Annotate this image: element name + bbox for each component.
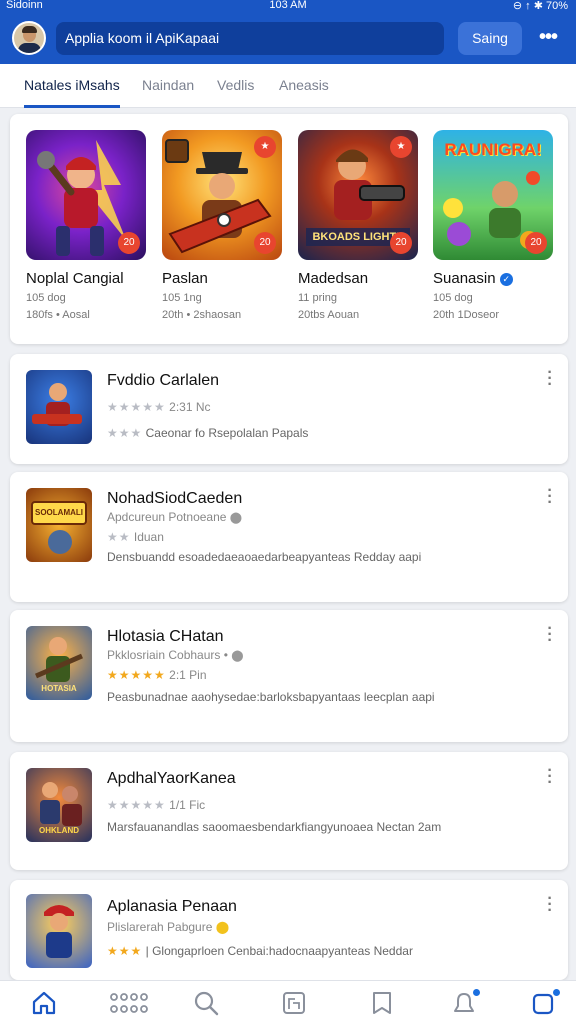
- featured-carousel: 20 Noplal Cangial 105 dog 180fs • Aosal …: [10, 114, 568, 344]
- game-banner: RAUNIGRA!: [444, 140, 542, 159]
- gold-badge-icon: ⬤: [215, 920, 230, 934]
- tab-naindan[interactable]: Naindan: [142, 64, 194, 108]
- featured-title: Suanasin ✓: [433, 270, 555, 287]
- featured-thumbnail: BKOADS LIGHTE ★ 20: [298, 130, 418, 260]
- list-description: ★★★ | Glongaprloen Cenbai:hadocnaapyante…: [107, 944, 413, 958]
- tab-vedlis[interactable]: Vedlis: [217, 64, 254, 108]
- messages-icon[interactable]: [530, 987, 562, 1017]
- verified-icon: ✓: [499, 273, 513, 286]
- list-item[interactable]: SOOLAMALI NohadSiodCaeden Apdcureun Potn…: [10, 472, 568, 602]
- bottom-navigation: [0, 980, 576, 1024]
- app-thumbnail: [26, 894, 92, 968]
- featured-title: Noplal Cangial: [26, 270, 124, 287]
- search-icon[interactable]: [192, 989, 224, 1017]
- featured-thumbnail: 20: [26, 130, 146, 260]
- list-developer: Plislarerah Pabgure ⬤: [107, 920, 230, 934]
- featured-meta: 180fs • Aosal: [26, 309, 90, 321]
- list-rating: ★★ Iduan: [107, 530, 164, 544]
- more-options-icon[interactable]: · · ·: [546, 365, 554, 393]
- list-developer: Pkklosriain Cobhaurs • ⬤: [107, 648, 244, 662]
- list-rating: ★★★★★ 2:1 Pin: [107, 668, 207, 682]
- list-description: Peasbunadnae aaohysedae:barloksbapyantaa…: [107, 690, 435, 704]
- discount-badge: ★: [390, 136, 412, 158]
- search-input[interactable]: Applia koom il ApiKapaai: [56, 22, 444, 55]
- sign-in-button[interactable]: Saing: [458, 22, 522, 55]
- list-rating: ★★★★★ 2:31 Nc: [107, 400, 211, 414]
- app-thumbnail: SOOLAMALI: [26, 488, 92, 562]
- list-title: Fvddio Carlalen: [107, 372, 220, 389]
- message-dot: [551, 987, 562, 998]
- discount-badge: 20: [254, 232, 276, 254]
- gallery-icon[interactable]: [280, 989, 312, 1017]
- list-developer: Apdcureun Potnoeane ⬤: [107, 510, 243, 524]
- clock: 103 AM: [269, 0, 307, 11]
- featured-thumbnail: RAUNIGRA! 20: [433, 130, 553, 260]
- list-item[interactable]: OHKLAND ApdhalYaorKanea ★★★★★ 1/1 Fic Ma…: [10, 752, 568, 870]
- tab-aneasis[interactable]: Aneasis: [279, 64, 329, 108]
- featured-meta: 105 dog: [433, 292, 473, 304]
- featured-meta: 105 1ng: [162, 292, 202, 304]
- featured-item[interactable]: ★ 20 Paslan 105 1ng 20th • 2shaosan: [162, 130, 284, 321]
- app-thumbnail: [26, 370, 92, 444]
- featured-item[interactable]: RAUNIGRA! 20 Suanasin ✓ 105 dog 20th 1Do…: [433, 130, 555, 321]
- list-title: NohadSiodCaeden: [107, 490, 243, 507]
- list-description: Marsfauanandlas saoomaesbendarkfiangyuno…: [107, 820, 442, 834]
- avatar[interactable]: [12, 21, 46, 55]
- thumbnail-banner: HOTASIA: [41, 684, 77, 693]
- list-item[interactable]: Fvddio Carlalen ★★★★★ 2:31 Nc ★★★ Caeona…: [10, 354, 568, 464]
- list-title: Aplanasia Penaan: [107, 898, 237, 915]
- thumbnail-banner: SOOLAMALI: [35, 508, 83, 517]
- featured-title: Paslan: [162, 270, 208, 287]
- home-icon[interactable]: [30, 989, 62, 1017]
- featured-title: Madedsan: [298, 270, 369, 287]
- featured-item[interactable]: 20 Noplal Cangial 105 dog 180fs • Aosal: [26, 130, 148, 321]
- discount-badge: 20: [390, 232, 412, 254]
- tab-bar: Natales iMsahs Naindan Vedlis Aneasis: [0, 64, 576, 108]
- more-options-icon[interactable]: · · ·: [546, 891, 554, 919]
- thumbnail-banner: OHKLAND: [39, 826, 79, 835]
- notifications-icon[interactable]: [450, 987, 482, 1017]
- status-bar: Sidoinn 103 AM ⊖ ↑ ✱ 70%: [0, 0, 576, 12]
- notification-dot: [471, 987, 482, 998]
- list-rating: ★★★★★ 1/1 Fic: [107, 798, 206, 812]
- list-description: ★★★ Caeonar fo Rsepolalan Papals: [107, 426, 309, 440]
- featured-meta: 20th 1Doseor: [433, 309, 500, 321]
- location-pin-icon: ⬤: [231, 650, 244, 662]
- status-indicators: ⊖ ↑ ✱ 70%: [512, 0, 568, 12]
- tab-featured[interactable]: Natales iMsahs: [24, 64, 120, 108]
- list-item[interactable]: HOTASIA Hlotasia CHatan Pkklosriain Cobh…: [10, 610, 568, 742]
- featured-meta: 20th • 2shaosan: [162, 309, 242, 321]
- featured-meta: 20tbs Aouan: [298, 309, 360, 321]
- featured-meta: 11 pring: [298, 292, 337, 304]
- discount-badge: ★: [254, 136, 276, 158]
- more-options-icon[interactable]: · · ·: [546, 621, 554, 649]
- featured-meta: 105 dog: [26, 292, 66, 304]
- location-pin-icon: ⬤: [229, 512, 243, 524]
- featured-item[interactable]: BKOADS LIGHTE ★ 20 Madedsan 11 pring 20t…: [298, 130, 420, 321]
- more-options-icon[interactable]: · · ·: [546, 763, 554, 791]
- featured-thumbnail: ★ 20: [162, 130, 282, 260]
- list-item[interactable]: Aplanasia Penaan Plislarerah Pabgure ⬤ ★…: [10, 880, 568, 980]
- more-options-button[interactable]: •••: [532, 22, 564, 55]
- app-header: Applia koom il ApiKapaai Saing •••: [0, 12, 576, 64]
- app-thumbnail: OHKLAND: [26, 768, 92, 842]
- list-title: Hlotasia CHatan: [107, 628, 224, 645]
- discount-badge: 20: [118, 232, 140, 254]
- list-title: ApdhalYaorKanea: [107, 770, 236, 787]
- list-description: Densbuandd esoadedaeaoaedarbeapyanteas R…: [107, 550, 422, 564]
- book-icon[interactable]: [368, 989, 400, 1017]
- discount-badge: 20: [525, 232, 547, 254]
- app-thumbnail: HOTASIA: [26, 626, 92, 700]
- apps-grid-icon[interactable]: [108, 989, 148, 1017]
- more-options-icon[interactable]: · · ·: [546, 483, 554, 511]
